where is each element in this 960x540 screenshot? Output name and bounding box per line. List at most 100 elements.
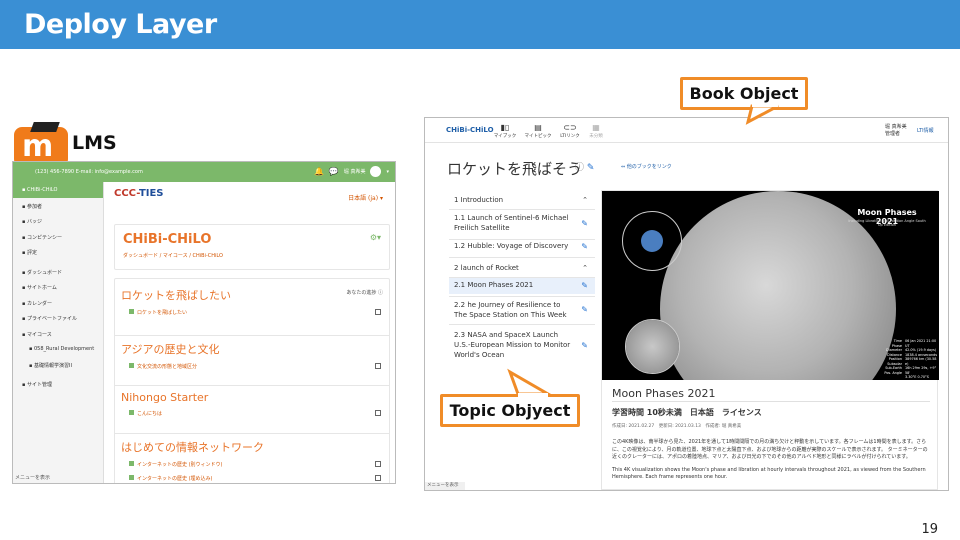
language-select[interactable]: 日本語 (ja) ▾ xyxy=(348,193,383,202)
chibi-menu-toggle[interactable]: メニューを表示 xyxy=(425,482,465,490)
toc-label[interactable]: 2 launch of Rocket xyxy=(454,264,519,272)
pencil-icon[interactable]: ✎ xyxy=(581,305,588,315)
sidebar-item[interactable]: ▪ 評定 xyxy=(13,244,103,260)
toc-topic[interactable]: 1.2 Hubble: Voyage of Discovery ✎ xyxy=(449,239,595,255)
link-other-book[interactable]: ⇔ 他のブックをリンク xyxy=(621,163,672,170)
activity-label[interactable]: インターネットの歴史 (別ウィンドウ) xyxy=(137,462,223,468)
lms-window: (123) 456-7890 E-mail: info@example.com … xyxy=(12,161,396,484)
pencil-icon[interactable]: ✎ xyxy=(581,242,588,252)
completion-checkbox[interactable] xyxy=(375,363,381,369)
sidebar-item-label: 参加者 xyxy=(26,203,42,210)
section-title[interactable]: Nihongo Starter xyxy=(121,391,383,404)
sidebar-item[interactable]: ▪ 参加者 xyxy=(13,198,103,214)
chibi-navbar: CHiBi-CHiLO 堀 真希美 管理者 LTI情報 ▮▯ マイブック ▤ マイトピッ… xyxy=(425,118,948,143)
book-title: ロケットを飛ばそう xyxy=(447,160,583,178)
pencil-icon[interactable]: ✎ xyxy=(581,281,588,291)
activity-link[interactable]: インターネットの歴史 (埋め込み) xyxy=(121,475,383,483)
toc-divider xyxy=(449,324,595,325)
topic-title: Moon Phases 2021 xyxy=(612,387,716,400)
sidebar-item-label: 058_Rural Development xyxy=(33,346,95,352)
activity-icon xyxy=(129,461,134,466)
poster-stat-label: Pos. Angle xyxy=(884,370,902,375)
activity-label[interactable]: インターネットの歴史 (埋め込み) xyxy=(137,476,213,482)
sidebar-item-label: サイトホーム xyxy=(26,285,57,291)
activity-link[interactable]: ロケットを飛ばしたい xyxy=(121,309,383,317)
moon-inset xyxy=(625,319,680,374)
toc-label[interactable]: 2.1 Moon Phases 2021 xyxy=(454,281,533,289)
lms-user[interactable]: 堀 真希美 xyxy=(344,168,366,175)
activity-link[interactable]: こんにちは xyxy=(121,410,383,418)
toc-topic[interactable]: 2.2 he Journey of Resilience to The Spac… xyxy=(449,298,595,322)
toc-label[interactable]: 2.3 NASA and SpaceX Launch U.S.-European… xyxy=(454,331,570,359)
toc-label[interactable]: 1 Introduction xyxy=(454,196,503,204)
toc-topic[interactable]: 2.1 Moon Phases 2021 ✎ xyxy=(449,278,595,294)
section-title[interactable]: はじめての情報ネットワーク xyxy=(121,439,383,455)
chibi-brand[interactable]: CHiBi-CHiLO xyxy=(446,126,494,134)
sidebar-item[interactable]: ▪ CHiBi-CHiLO xyxy=(13,182,103,198)
sidebar-item[interactable]: ▪ サイトホーム xyxy=(13,279,103,295)
chibi-user[interactable]: 堀 真希美 管理者 xyxy=(885,124,907,138)
toc-topic[interactable]: 2.3 NASA and SpaceX Launch U.S.-European… xyxy=(449,328,595,364)
toc-divider xyxy=(449,296,595,297)
book-icon: ▮▯ xyxy=(500,123,510,132)
sidebar-item[interactable]: ▪ プライベートファイル xyxy=(13,310,103,326)
nav-grid[interactable]: ▦ 未分類 xyxy=(581,122,611,139)
activity-link[interactable]: 文化交流の形態と地域区分 xyxy=(121,363,383,371)
activity-link[interactable]: インターネットの歴史 (別ウィンドウ) xyxy=(121,461,383,469)
sidebar-item[interactable]: ▪ 基礎情報学演習II xyxy=(13,357,103,373)
poster-stat-value: 06 Jan 2021 21:00 UT xyxy=(905,339,937,348)
bell-icon[interactable]: 🔔 xyxy=(314,167,324,176)
topic-object-callout: Topic Objyect xyxy=(440,394,580,427)
completion-checkbox[interactable] xyxy=(375,410,381,416)
completion-checkbox[interactable] xyxy=(375,309,381,315)
pencil-icon[interactable]: ✎ xyxy=(581,341,588,351)
sidebar-item[interactable]: ▪ マイコース xyxy=(13,326,103,342)
section-title[interactable]: アジアの歴史と文化 xyxy=(121,341,383,357)
poster-stat-labels: Time Phase Diameter Distance Position Subsola… xyxy=(874,339,902,375)
completion-checkbox[interactable] xyxy=(375,475,381,481)
gear-icon[interactable]: ⚙▾ xyxy=(370,233,381,242)
toc-chapter[interactable]: 2 launch of Rocket ⌃ xyxy=(449,261,595,275)
course-header: CHiBi-CHiLO ダッシュボード / マイコース / CHiBi-CHiL… xyxy=(114,224,390,270)
sidebar-item[interactable]: ▪ ダッシュボード xyxy=(13,264,103,280)
poster-stat-value: 16h 29m 29s, +9° 58' xyxy=(905,366,937,375)
avatar[interactable] xyxy=(370,166,382,177)
link-icon: ⇔ xyxy=(621,164,626,170)
activity-label[interactable]: ロケットを飛ばしたい xyxy=(137,310,187,316)
course-section: Nihongo Starter こんにちは xyxy=(115,391,389,434)
nav-topic[interactable]: ▤ マイトピック xyxy=(523,122,553,139)
toc-chapter[interactable]: 1 Introduction ⌃ xyxy=(449,193,595,207)
nav-book[interactable]: ▮▯ マイブック xyxy=(490,122,520,139)
sidebar-item-label: カレンダー xyxy=(26,300,52,307)
sidebar-item[interactable]: ▪ バッジ xyxy=(13,213,103,229)
activity-label[interactable]: 文化交流の形態と地域区分 xyxy=(137,364,197,370)
nav-label: LTIリンク xyxy=(560,134,580,139)
course-sections: ロケットを飛ばしたい あなたの進捗 ⓘ ロケットを飛ばしたい アジアの歴史と文化 文化交… xyxy=(114,278,390,483)
toc-label[interactable]: 1.2 Hubble: Voyage of Discovery xyxy=(454,242,568,250)
chevron-up-icon[interactable]: ⌃ xyxy=(582,195,588,205)
topic-dates: 作成日: 2021.02.27 更新日: 2021.03.13 作成者: 堀 真… xyxy=(612,424,742,429)
sidebar-item[interactable]: ▪ サイト管理 xyxy=(13,376,103,392)
sidebar-item[interactable]: ▪ コンピテンシー xyxy=(13,229,103,245)
info-icon[interactable]: ⓘ ✎ xyxy=(575,160,594,173)
chevron-up-icon[interactable]: ⌃ xyxy=(582,263,588,273)
completion-checkbox[interactable] xyxy=(375,461,381,467)
toc-topic[interactable]: 1.1 Launch of Sentinel-6 Michael Freilic… xyxy=(449,211,595,237)
lms-menu-toggle[interactable]: メニューを表示 xyxy=(15,474,50,481)
chevron-down-icon[interactable]: ▾ xyxy=(386,169,389,175)
lms-label: LMS xyxy=(72,132,117,154)
breadcrumb[interactable]: ダッシュボード / マイコース / CHiBi-CHiLO xyxy=(123,252,223,259)
sidebar-item[interactable]: ▪ 058_Rural Development xyxy=(13,341,103,357)
lms-topbar: (123) 456-7890 E-mail: info@example.com … xyxy=(13,162,395,182)
lti-info-link[interactable]: LTI情報 xyxy=(917,127,934,134)
topic-meta: 学習時間 10秒未満 日本語 ライセンス xyxy=(612,408,762,417)
sidebar-item[interactable]: ▪ カレンダー xyxy=(13,295,103,311)
section-title[interactable]: ロケットを飛ばしたい xyxy=(121,287,383,303)
toc-label[interactable]: 2.2 he Journey of Resilience to The Spac… xyxy=(454,301,567,319)
pencil-icon[interactable]: ✎ xyxy=(581,219,588,229)
toc-label[interactable]: 1.1 Launch of Sentinel-6 Michael Freilic… xyxy=(454,214,568,232)
chibi-window: CHiBi-CHiLO 堀 真希美 管理者 LTI情報 ▮▯ マイブック ▤ マイトピッ… xyxy=(424,117,949,491)
progress-label: あなたの進捗 ⓘ xyxy=(346,290,383,296)
activity-label[interactable]: こんにちは xyxy=(137,411,162,417)
chat-icon[interactable]: 💬 xyxy=(329,167,339,176)
